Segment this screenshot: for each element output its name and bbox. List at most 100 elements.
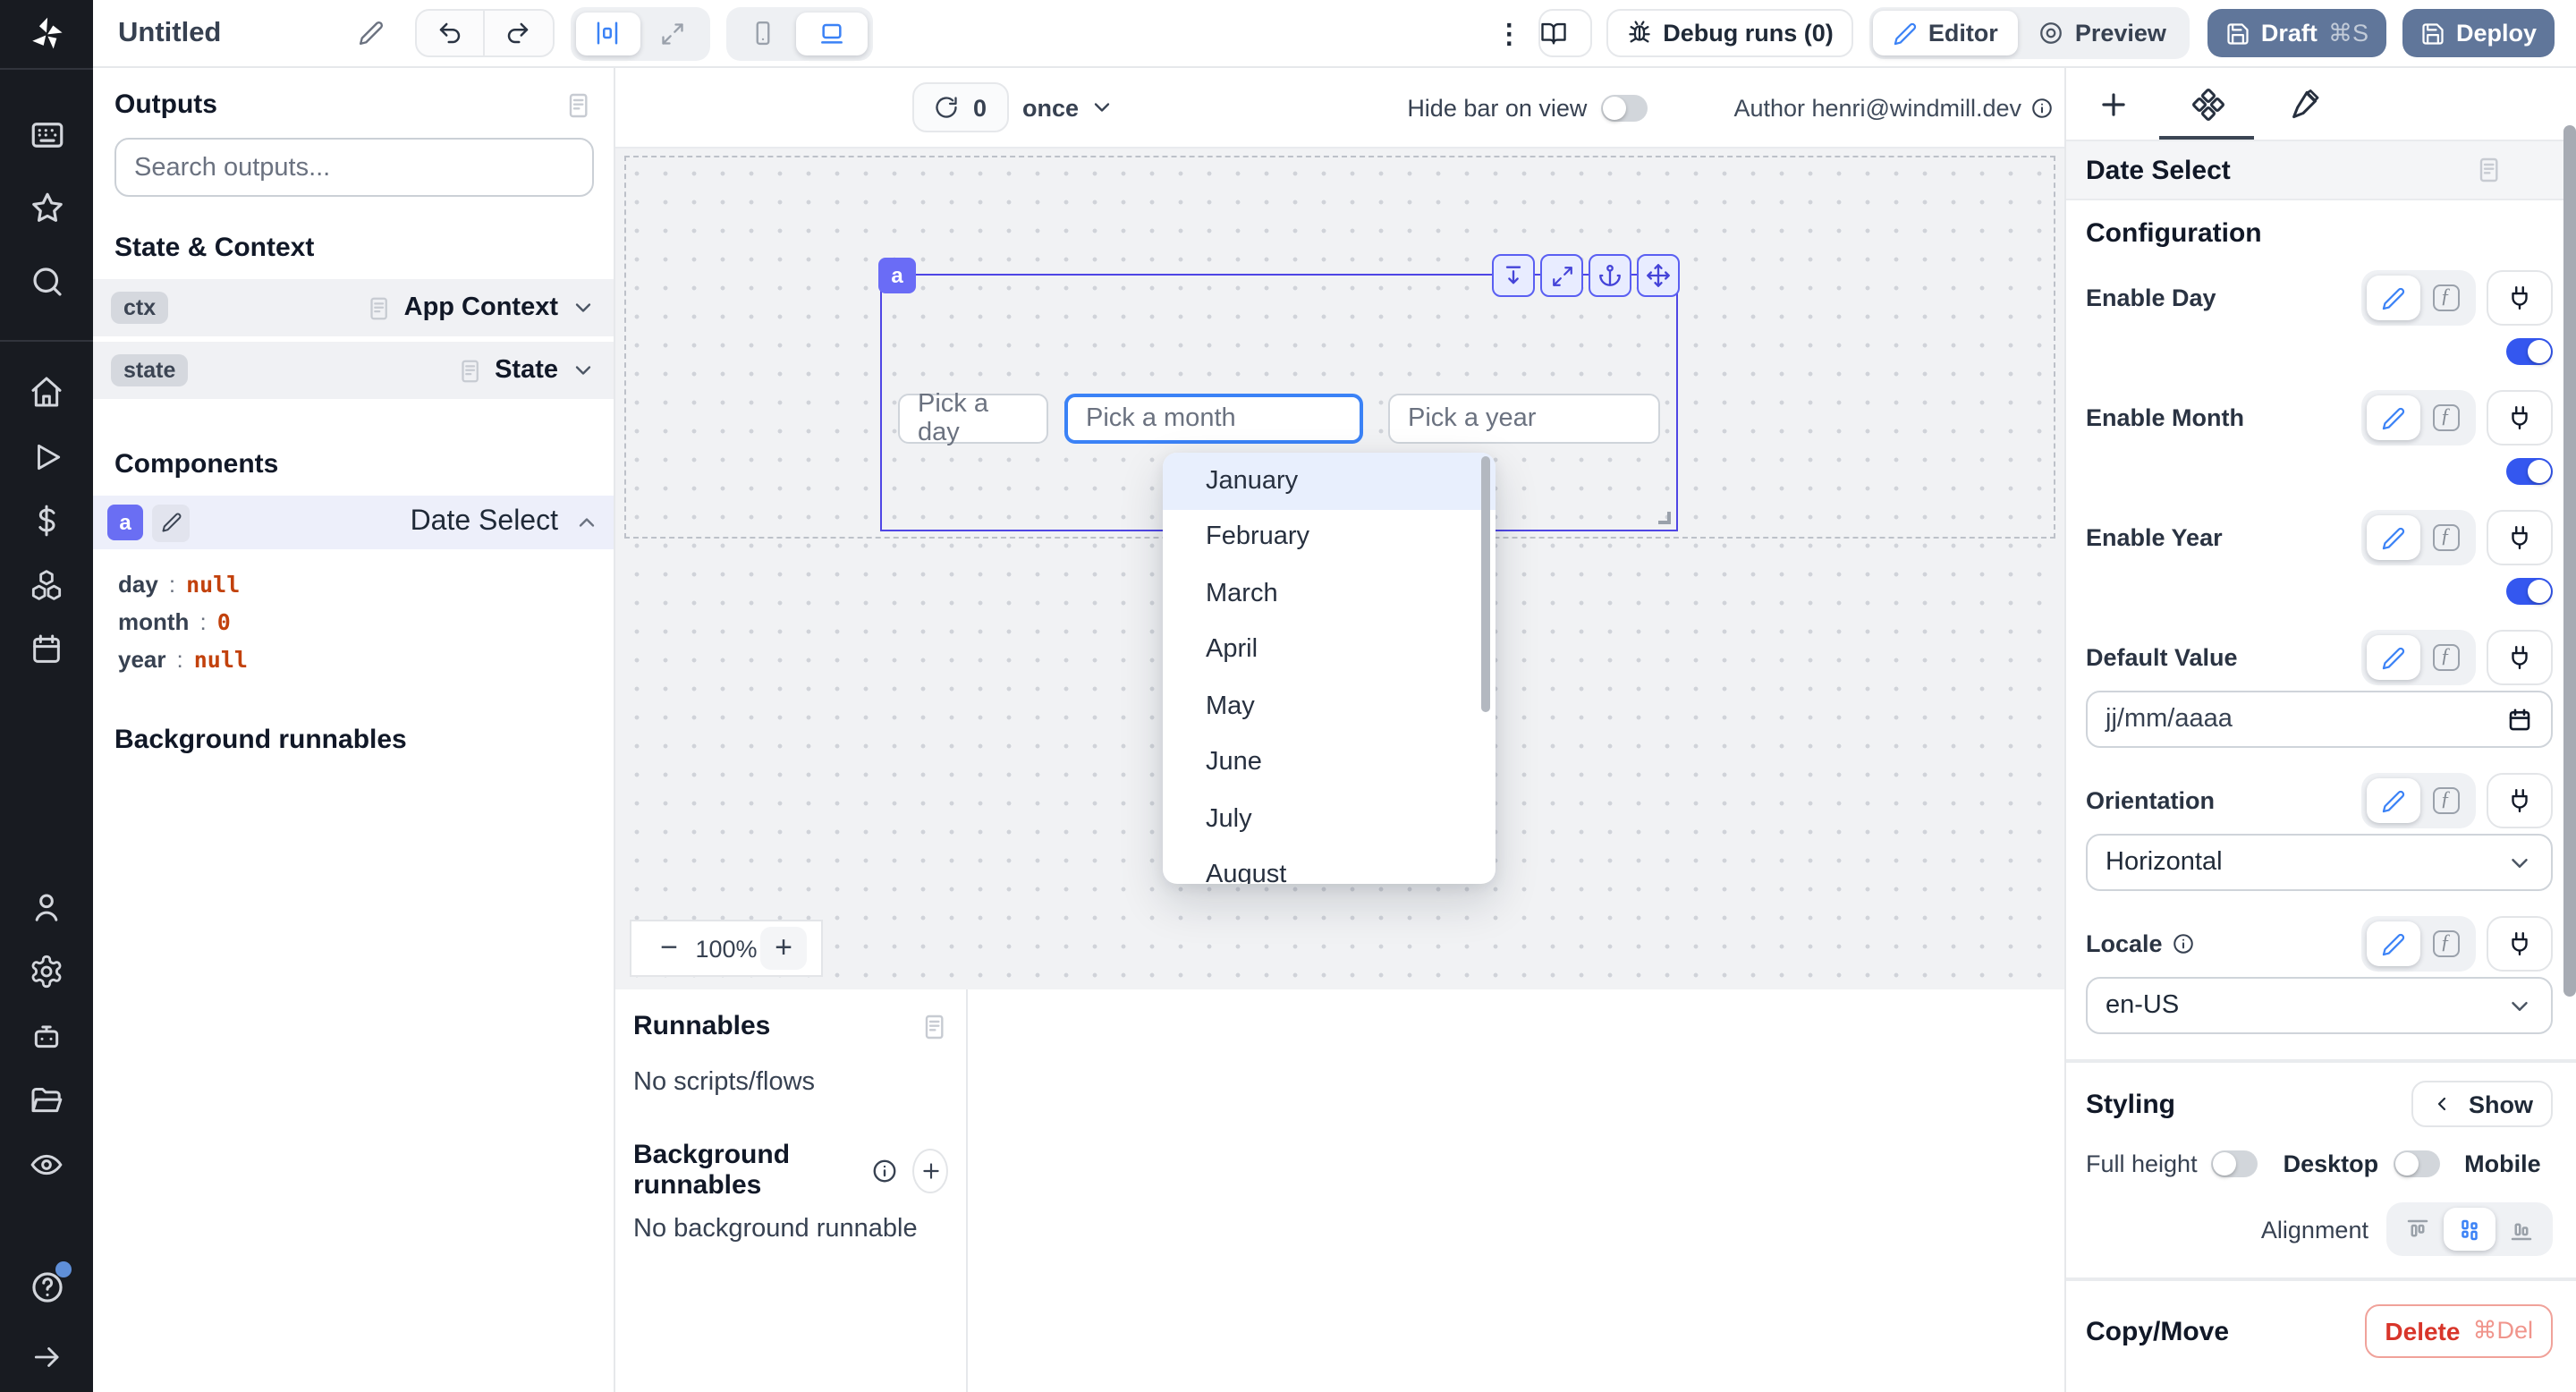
month-option[interactable]: June bbox=[1163, 734, 1496, 791]
enable-month-toggle[interactable] bbox=[2506, 458, 2553, 485]
info-icon[interactable] bbox=[2172, 932, 2195, 955]
draft-save-button[interactable]: Draft ⌘S bbox=[2207, 9, 2386, 57]
hide-bar-toggle[interactable] bbox=[1601, 94, 1648, 121]
align-bottom-icon[interactable] bbox=[2496, 1208, 2547, 1251]
more-menu-kebab-icon[interactable]: ⋮ bbox=[1495, 17, 1523, 49]
chevron-up-icon[interactable] bbox=[574, 510, 599, 535]
align-center-icon[interactable] bbox=[2444, 1208, 2496, 1251]
static-pencil-icon[interactable] bbox=[2367, 921, 2420, 966]
connect-plug-icon[interactable] bbox=[2487, 390, 2553, 446]
chevron-down-icon[interactable] bbox=[571, 358, 596, 383]
static-pencil-icon[interactable] bbox=[2367, 276, 2420, 320]
resources-boxes-icon[interactable] bbox=[0, 553, 93, 617]
connect-plug-icon[interactable] bbox=[2487, 270, 2553, 326]
month-option[interactable]: July bbox=[1163, 791, 1496, 847]
component-doc-icon[interactable] bbox=[2474, 156, 2503, 184]
favorites-star-icon[interactable] bbox=[0, 172, 93, 245]
panel-scrollbar[interactable] bbox=[2562, 68, 2576, 1392]
orientation-select[interactable]: Horizontal bbox=[2086, 834, 2553, 891]
function-mode-icon[interactable]: ƒ bbox=[2420, 515, 2470, 560]
enable-day-toggle[interactable] bbox=[2506, 338, 2553, 365]
schedules-calendar-icon[interactable] bbox=[0, 617, 93, 682]
full-width-button[interactable] bbox=[640, 12, 704, 55]
json-prop-year[interactable]: year:null bbox=[118, 641, 614, 678]
tab-preview[interactable]: Preview bbox=[2018, 11, 2186, 55]
static-pencil-icon[interactable] bbox=[2367, 778, 2420, 823]
connect-plug-icon[interactable] bbox=[2487, 773, 2553, 828]
expand-down-icon[interactable] bbox=[1492, 254, 1535, 297]
redo-button[interactable] bbox=[484, 11, 552, 55]
function-mode-icon[interactable]: ƒ bbox=[2420, 778, 2470, 823]
undo-button[interactable] bbox=[416, 11, 484, 55]
connect-plug-icon[interactable] bbox=[2487, 630, 2553, 685]
styling-show-button[interactable]: Show bbox=[2411, 1081, 2553, 1127]
apps-icon[interactable] bbox=[0, 98, 93, 172]
runnables-doc-icon[interactable] bbox=[919, 1012, 948, 1040]
docs-book-button[interactable] bbox=[1538, 9, 1591, 57]
chevron-down-icon[interactable] bbox=[571, 295, 596, 320]
json-prop-day[interactable]: day:null bbox=[118, 565, 614, 603]
add-background-runnable-button[interactable] bbox=[912, 1148, 948, 1193]
static-pencil-icon[interactable] bbox=[2367, 515, 2420, 560]
search-outputs-input[interactable] bbox=[114, 138, 594, 197]
settings-gear-icon[interactable] bbox=[0, 939, 93, 1004]
search-icon[interactable] bbox=[0, 245, 93, 318]
debug-runs-button[interactable]: Debug runs (0) bbox=[1606, 9, 1853, 57]
help-icon[interactable] bbox=[0, 1251, 93, 1324]
home-icon[interactable] bbox=[0, 360, 93, 424]
deploy-button[interactable]: Deploy bbox=[2402, 9, 2555, 57]
variables-dollar-icon[interactable] bbox=[0, 488, 93, 553]
month-option[interactable]: February bbox=[1163, 509, 1496, 565]
anchor-icon[interactable] bbox=[1589, 254, 1631, 297]
collapse-arrow-right-icon[interactable] bbox=[0, 1324, 93, 1388]
function-mode-icon[interactable]: ƒ bbox=[2420, 395, 2470, 440]
delete-component-button[interactable]: Delete ⌘Del bbox=[2365, 1304, 2553, 1358]
year-select-input[interactable]: Pick a year bbox=[1388, 394, 1660, 444]
locale-select[interactable]: en-US bbox=[2086, 977, 2553, 1034]
connect-plug-icon[interactable] bbox=[2487, 916, 2553, 972]
info-icon[interactable] bbox=[871, 1157, 898, 1184]
month-select-input[interactable]: Pick a month bbox=[1064, 394, 1363, 444]
scrollbar-thumb[interactable] bbox=[2563, 125, 2575, 997]
resize-handle[interactable] bbox=[1658, 512, 1671, 524]
eye-icon[interactable] bbox=[0, 1133, 93, 1197]
month-option[interactable]: March bbox=[1163, 565, 1496, 622]
function-mode-icon[interactable]: ƒ bbox=[2420, 276, 2470, 320]
workers-bot-icon[interactable] bbox=[0, 1004, 93, 1068]
default-value-date-input[interactable]: jj/mm/aaaa bbox=[2086, 691, 2553, 748]
connect-plug-icon[interactable] bbox=[2487, 510, 2553, 565]
styling-tab-brush-icon[interactable] bbox=[2284, 86, 2320, 122]
refresh-count-button[interactable]: 0 bbox=[912, 82, 1008, 132]
maximize-icon[interactable] bbox=[1540, 254, 1583, 297]
context-row-state[interactable]: state State bbox=[93, 342, 614, 399]
centered-layout-button[interactable] bbox=[575, 12, 640, 55]
zoom-out-button[interactable]: − bbox=[646, 927, 692, 970]
full-height-toggle[interactable] bbox=[2212, 1150, 2258, 1177]
month-option[interactable]: April bbox=[1163, 622, 1496, 678]
calendar-icon[interactable] bbox=[2506, 706, 2533, 733]
function-mode-icon[interactable]: ƒ bbox=[2420, 921, 2470, 966]
component-settings-tab-icon[interactable] bbox=[2190, 86, 2225, 122]
static-pencil-icon[interactable] bbox=[2367, 395, 2420, 440]
month-option[interactable]: August bbox=[1163, 847, 1496, 884]
mobile-view-button[interactable] bbox=[731, 12, 795, 55]
runs-play-icon[interactable] bbox=[0, 424, 93, 488]
function-mode-icon[interactable]: ƒ bbox=[2420, 635, 2470, 680]
month-option[interactable]: January bbox=[1163, 453, 1496, 509]
edit-title-pencil-icon[interactable] bbox=[357, 20, 384, 47]
info-icon[interactable] bbox=[2030, 96, 2054, 119]
outputs-doc-icon[interactable] bbox=[564, 90, 592, 119]
zoom-in-button[interactable]: + bbox=[760, 927, 807, 970]
day-select-input[interactable]: Pick a day bbox=[898, 394, 1048, 444]
component-row-a[interactable]: a Date Select bbox=[93, 496, 614, 549]
canvas-viewport[interactable]: a Pick a day Pick a month Pick a year Ja… bbox=[615, 149, 2064, 989]
tab-editor[interactable]: Editor bbox=[1873, 11, 2018, 55]
context-row-ctx[interactable]: ctx App Context bbox=[93, 279, 614, 336]
static-pencil-icon[interactable] bbox=[2367, 635, 2420, 680]
desktop-toggle[interactable] bbox=[2393, 1150, 2439, 1177]
move-icon[interactable] bbox=[1637, 254, 1680, 297]
insert-component-tab-plus-icon[interactable] bbox=[2095, 86, 2131, 122]
json-prop-month[interactable]: month:0 bbox=[118, 603, 614, 641]
dropdown-scrollbar[interactable] bbox=[1481, 456, 1490, 712]
desktop-view-button[interactable] bbox=[795, 12, 867, 55]
